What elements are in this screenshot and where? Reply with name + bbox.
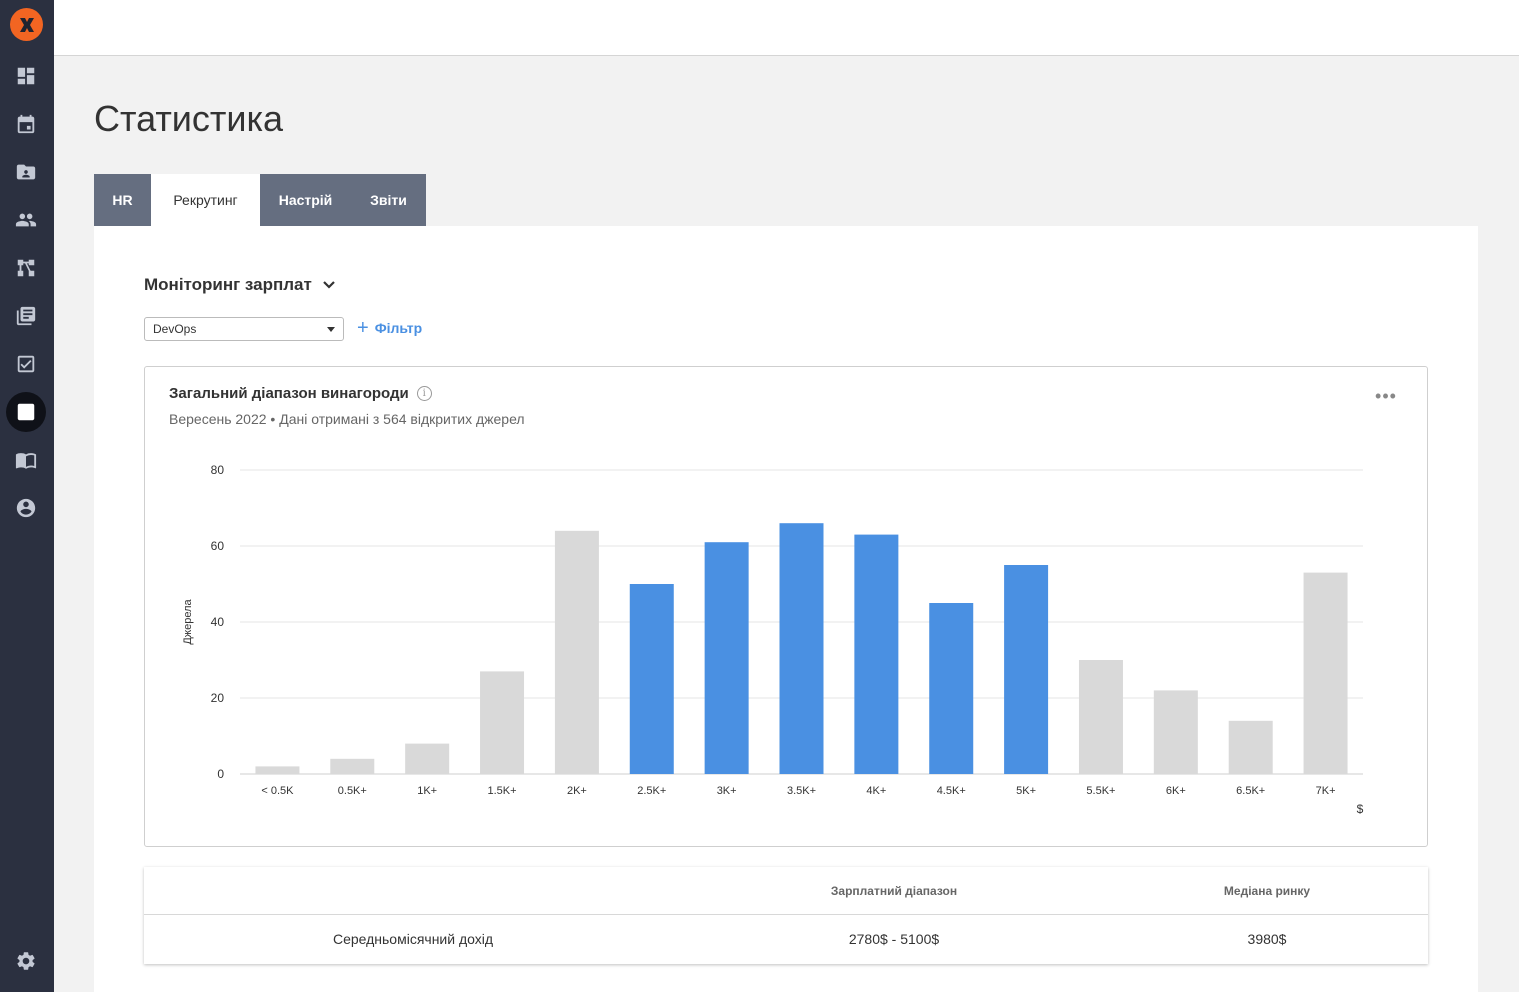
- tab-hr[interactable]: HR: [94, 174, 151, 226]
- chart-bar: [1153, 690, 1198, 774]
- chevron-down-icon: [323, 281, 335, 289]
- x-tick-label: 5K+: [1016, 785, 1036, 797]
- top-bar: [54, 0, 1519, 56]
- y-tick-label: 0: [217, 767, 224, 781]
- y-tick-label: 40: [211, 615, 225, 629]
- chart-bar: [929, 603, 974, 774]
- chart-bar: [854, 534, 899, 774]
- section-title: Моніторинг зарплат: [144, 275, 312, 294]
- app-logo-icon[interactable]: [10, 8, 43, 41]
- x-tick-label: 3K+: [717, 785, 737, 797]
- profile-icon[interactable]: [6, 488, 46, 528]
- x-tick-label: 4K+: [866, 785, 886, 797]
- y-tick-label: 60: [211, 539, 225, 553]
- settings-icon[interactable]: [6, 941, 46, 981]
- filter-label: Фільтр: [374, 320, 423, 336]
- tab-reports[interactable]: Звіти: [351, 174, 426, 226]
- salary-histogram-chart: 0 20 40 60 80 < 0.5K 0.5K+ 1K+ 1.5K+ 2K+ 2.5K+ 3K+ 3…: [182, 463, 1364, 816]
- x-tick-label: 4.5K+: [937, 785, 966, 797]
- tasks-check-icon[interactable]: [6, 344, 46, 384]
- org-structure-icon[interactable]: [6, 248, 46, 288]
- x-tick-label: 3.5K+: [787, 785, 816, 797]
- chart-bar: [779, 523, 824, 774]
- dashboard-icon[interactable]: [6, 56, 46, 96]
- salary-range-value: 2780$ - 5100$: [848, 931, 940, 947]
- x-tick-label: 1K+: [417, 785, 437, 797]
- tab-mood[interactable]: Настрій: [260, 174, 351, 226]
- x-tick-label: 6.5K+: [1236, 785, 1265, 797]
- more-options-icon[interactable]: •••: [1374, 386, 1398, 406]
- sidebar: [0, 0, 54, 992]
- contacts-folder-icon[interactable]: [6, 152, 46, 192]
- x-tick-label: 0.5K+: [338, 785, 367, 797]
- info-icon[interactable]: i: [416, 386, 432, 401]
- section-dropdown[interactable]: Моніторинг зарплат: [144, 275, 336, 295]
- column-header-market-median: Медіана ринку: [1223, 884, 1311, 898]
- chart-bar: [480, 671, 525, 774]
- table-header: Зарплатний діапазон Медіана ринку: [144, 867, 1428, 915]
- plus-icon: +: [357, 317, 369, 339]
- x-tick-label: 7K+: [1316, 785, 1336, 797]
- specialization-select[interactable]: DevOps: [144, 317, 344, 341]
- chart-bar: [405, 743, 450, 774]
- y-tick-label: 80: [211, 463, 225, 477]
- caret-down-icon: [327, 327, 335, 332]
- x-axis-unit-label: $: [1357, 802, 1364, 816]
- row-label: Середньомісячний дохід: [332, 931, 494, 947]
- x-tick-label: 1.5K+: [488, 785, 517, 797]
- x-tick-label: 2K+: [567, 785, 587, 797]
- chart-bar: [1004, 565, 1049, 774]
- tab-recruiting[interactable]: Рекрутинг: [151, 174, 260, 226]
- chart-bar: [629, 584, 674, 774]
- people-icon[interactable]: [6, 200, 46, 240]
- chart-bar: [704, 542, 749, 774]
- column-header-salary-range: Зарплатний діапазон: [830, 884, 958, 898]
- x-tick-label: 2.5K+: [637, 785, 666, 797]
- statistics-icon[interactable]: [6, 392, 46, 432]
- calendar-icon[interactable]: [6, 104, 46, 144]
- add-filter-button[interactable]: + Фільтр: [357, 317, 423, 339]
- chart-bar: [1303, 572, 1348, 774]
- y-tick-label: 20: [211, 691, 225, 705]
- select-value: DevOps: [153, 322, 197, 336]
- y-axis-label: Джерела: [182, 598, 194, 644]
- x-tick-label: 6K+: [1166, 785, 1186, 797]
- chart-bar: [1228, 720, 1273, 774]
- tabs-bar: HR Рекрутинг Настрій Звіти: [94, 174, 426, 226]
- chart-bar: [554, 530, 599, 774]
- chart-bar: [255, 766, 300, 774]
- chart-subtitle: Вересень 2022 • Дані отримані з 564 відк…: [169, 411, 525, 427]
- chart-bar: [1078, 660, 1123, 774]
- x-tick-label: 5.5K+: [1086, 785, 1115, 797]
- library-icon[interactable]: [6, 296, 46, 336]
- summary-table: Зарплатний діапазон Медіана ринку Середн…: [144, 867, 1428, 964]
- market-median-value: 3980$: [1247, 931, 1287, 947]
- chart-bar: [330, 758, 375, 774]
- x-tick-label: < 0.5K: [261, 785, 294, 797]
- chart-title-row: Загальний діапазон винагороди i: [169, 385, 432, 402]
- page-title: Статистика: [94, 98, 284, 139]
- chart-title: Загальний діапазон винагороди: [169, 385, 409, 402]
- knowledge-book-icon[interactable]: [6, 440, 46, 480]
